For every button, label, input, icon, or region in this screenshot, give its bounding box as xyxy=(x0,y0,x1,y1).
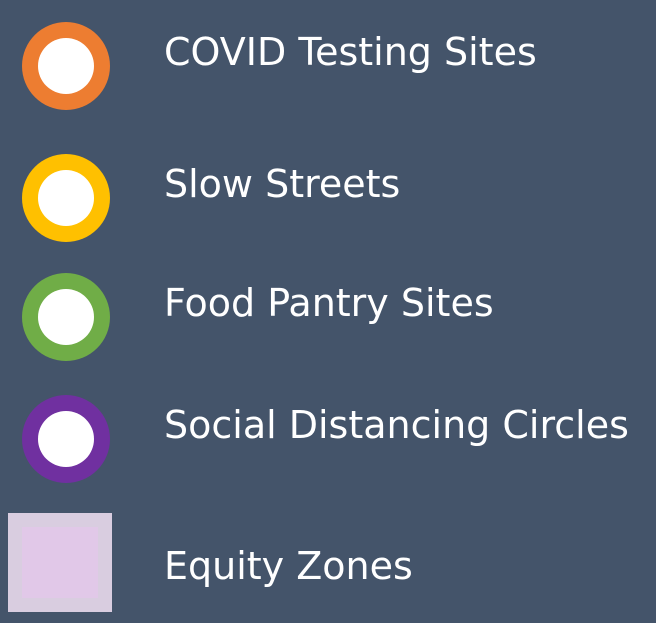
legend-label: Social Distancing Circles xyxy=(164,403,629,447)
orange-ring-icon xyxy=(22,22,110,110)
ring-center xyxy=(38,289,94,345)
purple-ring-icon xyxy=(22,395,110,483)
legend-item-slow-streets: Slow Streets xyxy=(0,132,656,242)
legend-item-covid-testing-sites: COVID Testing Sites xyxy=(0,0,656,110)
map-legend: COVID Testing Sites Slow Streets Food Pa… xyxy=(0,0,656,612)
legend-label: COVID Testing Sites xyxy=(164,30,537,74)
legend-label: Food Pantry Sites xyxy=(164,281,494,325)
legend-item-equity-zones: Equity Zones xyxy=(0,513,656,623)
ring-center xyxy=(38,170,94,226)
legend-label: Equity Zones xyxy=(164,544,413,588)
green-ring-icon xyxy=(22,273,110,361)
ring-center xyxy=(38,38,94,94)
legend-item-food-pantry-sites: Food Pantry Sites xyxy=(0,251,656,361)
yellow-ring-icon xyxy=(22,154,110,242)
swatch-fill xyxy=(22,527,98,598)
legend-label: Slow Streets xyxy=(164,162,401,206)
square-swatch-icon xyxy=(8,513,112,612)
ring-center xyxy=(38,411,94,467)
legend-item-social-distancing-circles: Social Distancing Circles xyxy=(0,373,656,483)
